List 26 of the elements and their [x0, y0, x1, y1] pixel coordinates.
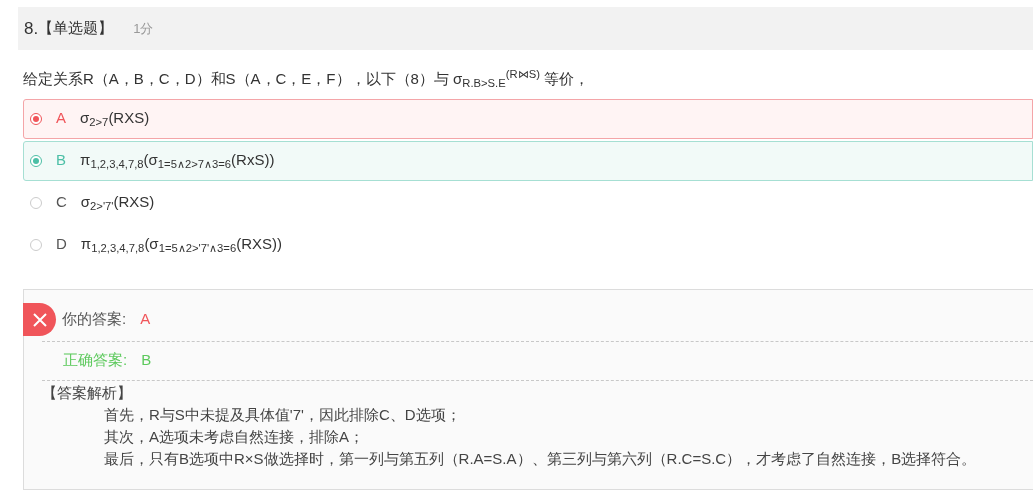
correct-answer-label: 正确答案:: [63, 350, 128, 371]
question-text: 给定关系R（A，B，C，D）和S（A，C，E，F），以下（8）与 σ$_{R.B>S.E}$$^{(R⋈S)}$ 等价，: [23, 70, 590, 87]
option-letter: C: [56, 192, 67, 213]
answer-option[interactable]: B π$_{1,2,3,4,7,8}$(σ$_{1=5∧2>7∧3=6}$(RxS)): [23, 140, 1033, 181]
option-letter: B: [56, 150, 66, 171]
your-answer-label: 你的答案:: [62, 309, 127, 330]
correct-answer-value: B: [141, 350, 152, 371]
radio-button[interactable]: [30, 196, 42, 209]
question-number: 8.: [24, 17, 39, 40]
option-formula: π$_{1,2,3,4,7,8}$(σ$_{1=5∧2>'7'∧3=6}$(RXS)): [80, 234, 282, 256]
option-formula: σ$_{2>'7'}$(RXS): [80, 192, 155, 214]
question-type: 【单选题】: [38, 18, 114, 39]
radio-button[interactable]: [30, 154, 42, 167]
your-answer-value: A: [140, 309, 151, 330]
answer-option[interactable]: A σ$_{2>7}$(RXS): [23, 98, 1033, 139]
radio-button[interactable]: [30, 238, 42, 251]
option-formula: σ$_{2>7}$(RXS): [80, 108, 150, 130]
analysis-title: 【答案解析】: [42, 382, 132, 403]
radio-button[interactable]: [30, 112, 42, 125]
question-score: 1分: [133, 19, 154, 38]
analysis-text: 首先，R与S中未提及具体值'7'，因此排除C、D选项；: [104, 404, 461, 425]
option-formula: π$_{1,2,3,4,7,8}$(σ$_{1=5∧2>7∧3=6}$(RxS)): [80, 150, 275, 172]
option-letter: D: [56, 234, 67, 255]
analysis-text: 最后，只有B选项中R×S做选择时，第一列与第五列（R.A=S.A）、第三列与第六列（R.C=S.C），才考虑了自然连接，B选择符合。: [104, 448, 977, 469]
analysis-text: 其次，A选项未考虑自然连接，排除A；: [104, 426, 364, 447]
option-letter: A: [56, 108, 66, 129]
